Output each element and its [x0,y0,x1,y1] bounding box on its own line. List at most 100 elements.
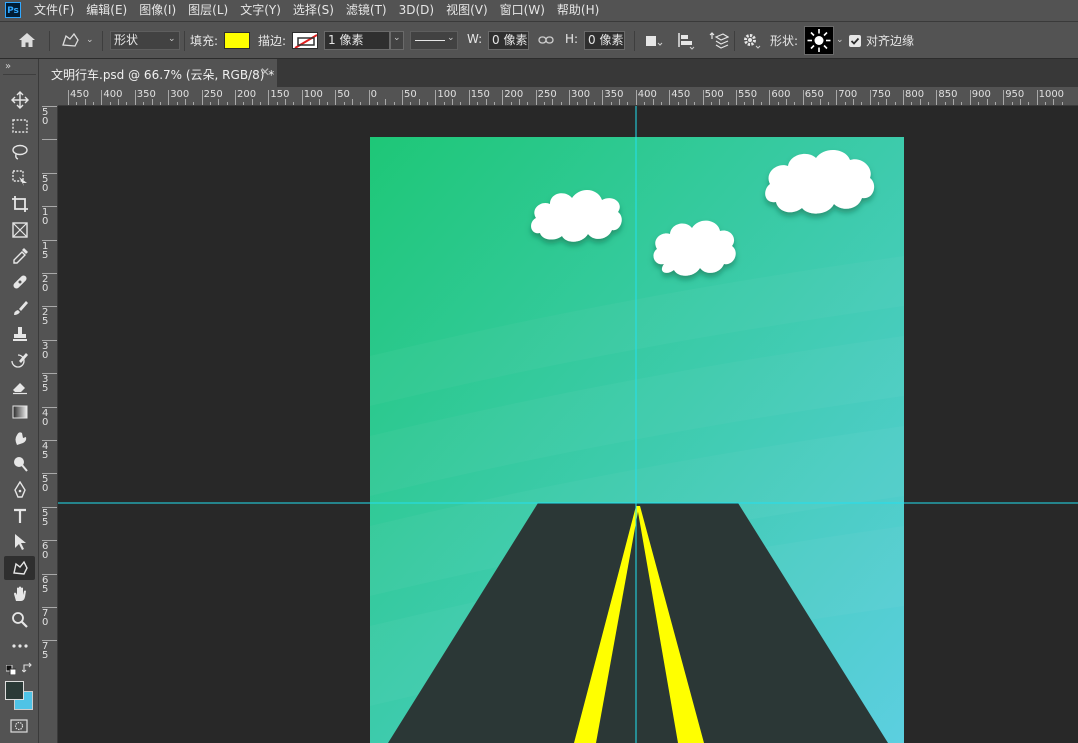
h-ruler-minor-tick [184,99,186,105]
height-input[interactable]: 0 像素 [584,31,625,50]
stroke-type-select[interactable]: ⌄ [410,31,458,50]
h-ruler-label: 300 [571,89,591,100]
h-ruler-minor-tick [953,99,955,105]
document-tab[interactable]: 文明行车.psd @ 66.7% (云朵, RGB/8) * ✕ [39,59,277,87]
path-alignment-icon[interactable] [676,32,696,53]
quick-mask-icon[interactable] [10,719,28,736]
quick-select-icon[interactable] [4,166,35,190]
pen-icon[interactable] [4,478,35,502]
zoom-icon[interactable] [4,608,35,632]
h-ruler-label: 850 [938,89,958,100]
h-ruler-tick [736,90,737,105]
menu-item-10[interactable]: 帮助(H) [557,0,599,21]
default-colors-icon[interactable] [5,664,17,678]
healing-icon[interactable] [4,270,35,294]
marquee-icon[interactable] [4,114,35,138]
stroke-width-input[interactable]: 1 像素 [324,31,390,50]
link-icon[interactable] [538,34,554,49]
h-ruler-tick [368,90,370,105]
close-icon[interactable]: ✕ [260,65,270,79]
stamp-icon[interactable] [4,322,35,346]
more-icon[interactable] [4,634,35,658]
h-ruler-label: 550 [738,89,758,100]
h-ruler-label: 150 [270,89,290,100]
path-operations-icon[interactable] [645,34,663,51]
menu-item-9[interactable]: 窗口(W) [500,0,545,21]
h-ruler-tick [802,90,804,105]
type-icon[interactable] [4,504,35,528]
h-ruler-tick [769,90,771,105]
menu-item-6[interactable]: 滤镜(T) [346,0,387,21]
home-icon[interactable] [18,32,36,51]
v-ruler-label: 60 [42,541,49,562]
shape-picker[interactable] [804,26,834,55]
brush-icon[interactable] [4,296,35,320]
crop-icon[interactable] [4,192,35,216]
gradient-icon[interactable] [4,400,35,424]
v-ruler-label: 55 [42,507,49,528]
h-ruler-label: 150 [470,89,490,100]
swap-colors-icon[interactable] [21,662,34,677]
ruler-origin[interactable] [39,87,58,106]
vertical-ruler[interactable]: 50 50 10 15 20 25 30 35 40 45 50 55 60 65 70 75 [39,106,58,743]
menu-item-8[interactable]: 视图(V) [446,0,488,21]
options-bar: ⌄ 形状 ⌄ 填充: 描边: 1 像素 ⌄ ⌄ W: 0 像素 H: 0 像素 [0,21,1078,59]
horizontal-ruler[interactable]: 450 400 350 300 250 200 150 100 50 0 50 100 150 200 25… [58,87,1078,106]
menu-item-1[interactable]: 编辑(E) [86,0,127,21]
lasso-icon[interactable] [4,140,35,164]
tool-preset-chevron-icon[interactable]: ⌄ [86,35,94,45]
custom-shape-icon[interactable] [4,556,35,580]
checkmark-icon [850,37,860,45]
h-ruler-minor-tick [251,99,253,105]
h-ruler-minor-tick [719,99,721,105]
foreground-color-swatch[interactable] [5,681,24,700]
stroke-swatch[interactable] [292,32,318,49]
mode-chevron-icon[interactable]: ⌄ [168,34,176,44]
history-brush-icon[interactable] [4,348,35,372]
h-ruler-minor-tick [819,99,821,105]
smudge-icon[interactable] [4,426,35,450]
menu-bar: Ps 文件(F) 编辑(E) 图像(I) 图层(L) 文字(Y) 选择(S) 滤镜(T) 3D… [0,0,1078,21]
align-edges-checkbox[interactable] [849,35,861,47]
menu-item-5[interactable]: 选择(S) [293,0,334,21]
path-select-icon[interactable] [4,530,35,554]
shape-chevron-icon[interactable]: ⌄ [836,35,844,45]
document-canvas[interactable] [58,106,1078,743]
h-ruler-tick [1036,90,1038,105]
canvas-workspace[interactable] [58,106,1078,743]
app-logo[interactable]: Ps [5,2,21,18]
eyedropper-icon[interactable] [4,244,35,268]
fill-swatch[interactable] [224,32,250,49]
h-ruler-label: 0 [370,89,377,100]
stroke-width-dropdown[interactable]: ⌄ [390,31,404,50]
h-ruler-tick [201,90,203,105]
h-ruler-tick [869,90,871,105]
move-icon[interactable] [4,88,35,112]
h-ruler-minor-tick [151,99,153,105]
collapse-panel-icon[interactable]: » [5,61,11,72]
eraser-icon[interactable] [4,374,35,398]
height-label: H: [565,32,579,46]
v-ruler-label: 20 [42,274,49,294]
tool-preset-icon[interactable] [60,31,82,52]
v-ruler-label: 70 [42,608,49,628]
menu-item-7[interactable]: 3D(D) [399,0,434,21]
document-tab-title: 文明行车.psd @ 66.7% (云朵, RGB/8) * [51,68,275,82]
menu-item-3[interactable]: 图层(L) [188,0,228,21]
h-ruler-label: 900 [971,89,991,100]
dodge-icon[interactable] [4,452,35,476]
menu-item-2[interactable]: 图像(I) [139,0,176,21]
h-ruler-label: 400 [103,89,123,100]
h-ruler-label: 600 [771,89,791,100]
path-arrangement-icon[interactable] [707,31,730,54]
shape-label: 形状: [770,34,799,48]
h-ruler-label: 300 [170,89,190,100]
frame-icon[interactable] [4,218,35,242]
gear-icon[interactable] [742,32,762,53]
v-ruler-label: 45 [42,441,49,461]
width-input[interactable]: 0 像素 [488,31,529,50]
menu-item-0[interactable]: 文件(F) [34,0,74,21]
tools-panel: » [0,59,39,743]
hand-icon[interactable] [4,582,35,606]
menu-item-4[interactable]: 文字(Y) [240,0,281,21]
